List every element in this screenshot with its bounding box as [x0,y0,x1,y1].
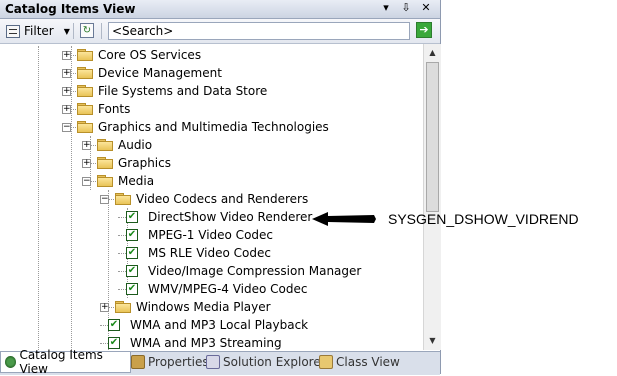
folder-icon [97,175,113,187]
checkbox[interactable]: ✔ [126,265,138,277]
tree-item[interactable]: ✔ WMA and MP3 Local Playback [0,316,423,334]
tree-item-label: MS RLE Video Codec [148,246,271,260]
annotation-arrow-icon [312,212,376,226]
tree-item-label: Graphics and Multimedia Technologies [98,120,329,134]
tree-item[interactable]: + Audio [0,136,423,154]
expand-icon[interactable]: + [62,69,71,78]
tree-item-label: DirectShow Video Renderer [148,210,313,224]
checkbox[interactable]: ✔ [126,229,138,241]
tab-properties[interactable]: Properties [131,352,209,372]
filter-label: Filter [24,24,54,38]
tree-item-label: MPEG-1 Video Codec [148,228,274,242]
tree-item-label: Audio [118,138,153,152]
tree-item-label: Core OS Services [98,48,202,62]
toolbar: Filter ▼ ↻ <Search> ➔ [0,19,440,44]
catalog-items-panel: Catalog Items View ▾ ⇩ ✕ Filter ▼ ↻ <Sea… [0,0,441,376]
filter-icon [6,24,20,38]
expand-icon[interactable]: + [62,87,71,96]
vertical-scrollbar[interactable]: ▲ ▼ [423,44,441,350]
tree-item[interactable]: + Fonts [0,100,423,118]
folder-icon [77,85,93,97]
tree-item[interactable]: ✔ WMV/MPEG-4 Video Codec [0,280,423,298]
catalog-icon [5,356,17,368]
tree-item[interactable]: − Graphics and Multimedia Technologies [0,118,423,136]
bottom-tab-strip: Catalog Items View Properties Solution E… [0,348,440,376]
close-icon[interactable]: ✕ [419,1,433,15]
folder-icon [77,49,93,61]
tree-item-label: Device Management [98,66,222,80]
tree-item-label: Video/Image Compression Manager [148,264,362,278]
tree-item-label: Graphics [118,156,171,170]
toolbar-separator [73,23,74,39]
properties-icon [131,355,145,369]
class-view-icon [319,355,333,369]
tree-item-label: File Systems and Data Store [98,84,268,98]
tree-item-label: WMV/MPEG-4 Video Codec [148,282,308,296]
folder-icon [115,301,131,313]
checkbox[interactable]: ✔ [126,211,138,223]
tab-catalog-items-view[interactable]: Catalog Items View [0,348,131,376]
tree-item-label: Media [118,174,155,188]
solution-explorer-icon [206,355,220,369]
expand-icon[interactable]: + [62,105,71,114]
folder-icon [77,103,93,115]
refresh-icon[interactable]: ↻ [80,23,94,38]
tree-item[interactable]: ✔ MS RLE Video Codec [0,244,423,262]
tree-item[interactable]: + Device Management [0,64,423,82]
panel-title: Catalog Items View [5,2,136,16]
tab-label: Solution Explorer [223,355,326,369]
checkbox[interactable]: ✔ [126,283,138,295]
toolbar-separator [101,23,102,39]
folder-icon [97,157,113,169]
chevron-down-icon: ▼ [63,26,70,36]
scroll-down-icon[interactable]: ▼ [425,333,440,348]
collapse-icon[interactable]: − [62,123,71,132]
tree-item[interactable]: − Media [0,172,423,190]
folder-icon [97,139,113,151]
checkbox[interactable]: ✔ [126,247,138,259]
tab-label: Catalog Items View [19,348,103,376]
filter-button[interactable]: Filter ▼ [6,22,70,40]
tree-item[interactable]: + Windows Media Player [0,298,423,316]
window-position-dropdown-icon[interactable]: ▾ [379,1,393,15]
expand-icon[interactable]: + [82,141,91,150]
tree-item[interactable]: − Video Codecs and Renderers [0,190,423,208]
pin-icon[interactable]: ⇩ [399,1,413,15]
catalog-tree: + Core OS Services + Device Management + File… [0,44,423,350]
tree-item-label: WMA and MP3 Local Playback [130,318,309,332]
tree-item[interactable]: + Core OS Services [0,46,423,64]
tab-solution-explorer[interactable]: Solution Explorer [206,352,326,372]
tree-item-label: Windows Media Player [136,300,271,314]
tree-item-label: Fonts [98,102,131,116]
collapse-icon[interactable]: − [100,195,109,204]
expand-icon[interactable]: + [62,51,71,60]
panel-title-bar: Catalog Items View ▾ ⇩ ✕ [0,0,440,19]
folder-icon [77,121,93,133]
scroll-up-icon[interactable]: ▲ [425,45,440,60]
checkbox[interactable]: ✔ [108,319,120,331]
folder-icon [115,193,131,205]
tab-label: Class View [336,355,400,369]
annotation-label: SYSGEN_DSHOW_VIDREND [388,211,579,227]
tree-item[interactable]: + File Systems and Data Store [0,82,423,100]
scroll-thumb[interactable] [426,62,439,212]
tree-item[interactable]: + Graphics [0,154,423,172]
search-input[interactable]: <Search> [108,22,410,40]
expand-icon[interactable]: + [100,303,109,312]
tree-item-label: WMA and MP3 Streaming [130,336,282,350]
tab-class-view[interactable]: Class View [319,352,400,372]
tab-label: Properties [148,355,209,369]
folder-icon [77,67,93,79]
expand-icon[interactable]: + [82,159,91,168]
collapse-icon[interactable]: − [82,177,91,186]
tree-item[interactable]: ✔ Video/Image Compression Manager [0,262,423,280]
tree-item-label: Video Codecs and Renderers [136,192,309,206]
go-arrow-icon[interactable]: ➔ [416,22,432,38]
